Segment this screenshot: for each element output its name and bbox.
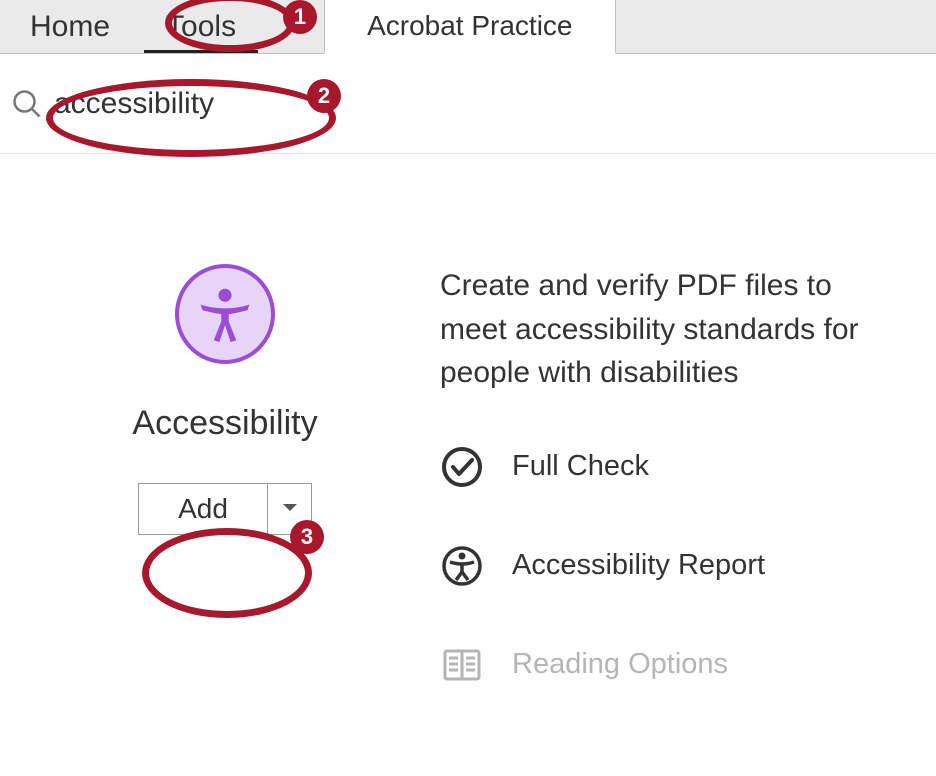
search-row — [0, 54, 936, 154]
search-icon — [12, 89, 42, 119]
tab-bar: Home Tools Acrobat Practice — [0, 0, 936, 54]
tab-home-label: Home — [30, 10, 110, 44]
tab-tools-label: Tools — [166, 10, 236, 44]
feature-report-label: Accessibility Report — [512, 549, 765, 582]
add-button[interactable]: Add — [138, 483, 268, 535]
person-circle-icon — [440, 544, 484, 588]
main-content: Accessibility Add Create and verify PDF … — [0, 154, 936, 742]
feature-reading-label: Reading Options — [512, 648, 728, 681]
tool-details: Create and verify PDF files to meet acce… — [410, 264, 896, 742]
add-button-label: Add — [178, 493, 228, 525]
chevron-down-icon — [282, 500, 298, 518]
feature-full-check[interactable]: Full Check — [440, 445, 896, 489]
feature-reading-options[interactable]: Reading Options — [440, 643, 896, 687]
feature-full-check-label: Full Check — [512, 450, 649, 483]
tool-card-accessibility: Accessibility Add — [40, 264, 410, 742]
add-dropdown[interactable] — [268, 483, 312, 535]
tab-document[interactable]: Acrobat Practice — [324, 0, 615, 54]
feature-accessibility-report[interactable]: Accessibility Report — [440, 544, 896, 588]
tool-description: Create and verify PDF files to meet acce… — [440, 264, 896, 395]
tab-home[interactable]: Home — [0, 0, 138, 53]
add-button-group: Add — [138, 483, 312, 535]
search-input[interactable] — [52, 86, 352, 122]
book-open-icon — [440, 643, 484, 687]
tool-title: Accessibility — [132, 404, 317, 443]
tab-tools[interactable]: Tools — [138, 0, 264, 53]
accessibility-icon — [175, 264, 275, 364]
tab-spacer — [264, 0, 324, 53]
check-circle-icon — [440, 445, 484, 489]
tab-document-label: Acrobat Practice — [367, 10, 572, 42]
